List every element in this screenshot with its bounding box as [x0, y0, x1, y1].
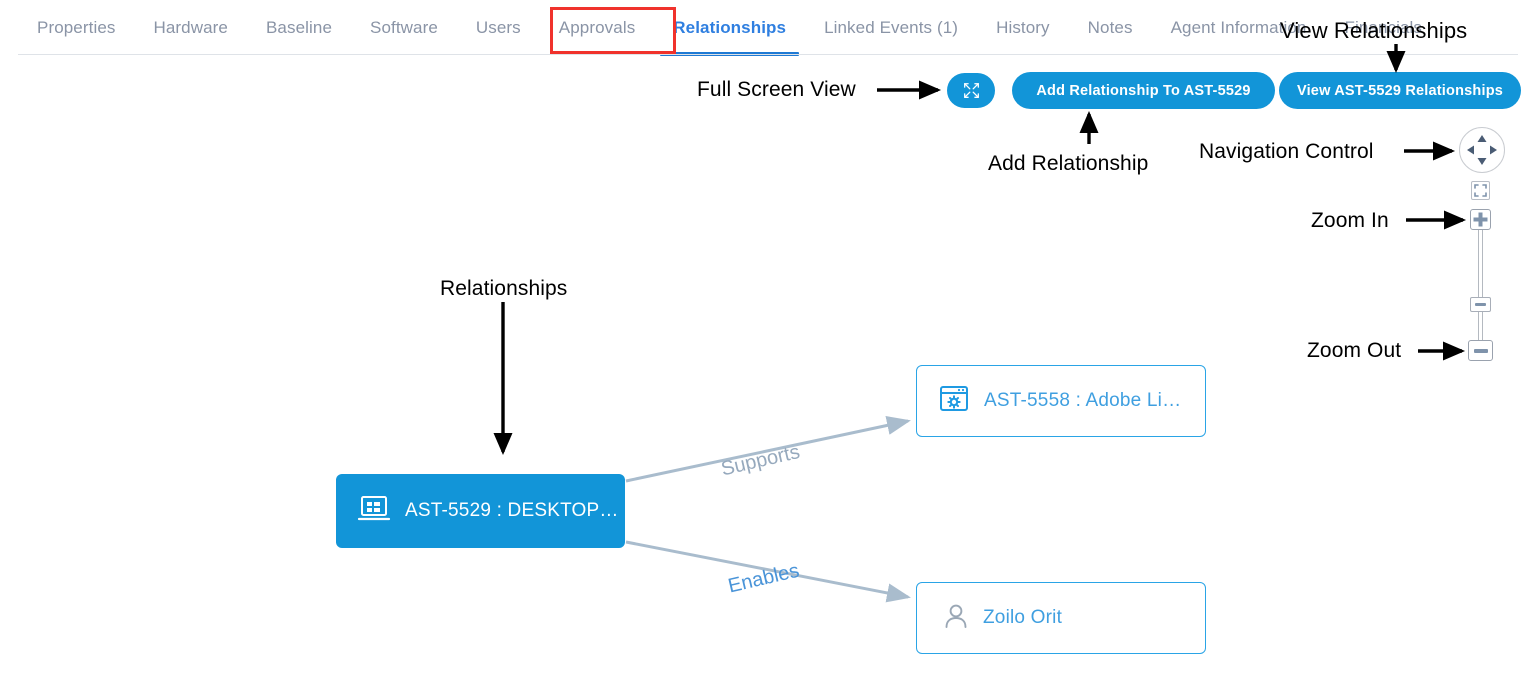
tab-bar: Properties Hardware Baseline Software Us… — [0, 0, 1532, 56]
graph-node-label: AST-5529 : DESKTOP… — [405, 500, 619, 521]
tab-hardware[interactable]: Hardware — [134, 0, 247, 55]
tab-financials[interactable]: Financials — [1325, 0, 1441, 55]
user-icon — [943, 602, 969, 635]
relationship-graph-canvas[interactable]: Supports Enables AST-5529 : DESKTOP… AST… — [0, 56, 1532, 676]
graph-node-label: Zoilo Orit — [983, 607, 1063, 628]
tab-software[interactable]: Software — [351, 0, 457, 55]
graph-node-label: AST-5558 : Adobe Li… — [984, 390, 1182, 411]
tab-label: Agent Information — [1170, 17, 1307, 37]
software-window-gear-icon — [938, 384, 970, 419]
tab-label: Software — [370, 17, 438, 37]
tab-label: Relationships — [673, 17, 787, 37]
graph-node-person[interactable]: Zoilo Orit — [916, 582, 1206, 654]
tab-label: Linked Events (1) — [824, 17, 959, 37]
tab-label: Notes — [1087, 17, 1133, 37]
tab-label: History — [996, 17, 1050, 37]
windows-laptop-icon — [357, 494, 391, 529]
tab-bar-divider — [18, 54, 1518, 55]
tab-label: Hardware — [153, 17, 228, 37]
tab-label: Financials — [1344, 17, 1423, 37]
tab-label: Users — [475, 17, 521, 37]
tab-users[interactable]: Users — [457, 0, 540, 55]
tab-label: Properties — [37, 17, 116, 37]
tab-approvals[interactable]: Approvals — [540, 0, 655, 55]
tab-notes[interactable]: Notes — [1069, 0, 1152, 55]
tab-label: Baseline — [265, 17, 332, 37]
graph-node-root-asset[interactable]: AST-5529 : DESKTOP… — [336, 474, 625, 548]
tab-linked-events[interactable]: Linked Events (1) — [805, 0, 977, 55]
tab-history[interactable]: History — [977, 0, 1069, 55]
tab-properties[interactable]: Properties — [18, 0, 134, 55]
tab-relationships[interactable]: Relationships — [654, 0, 805, 56]
graph-node-software[interactable]: AST-5558 : Adobe Li… — [916, 365, 1206, 437]
tab-label: Approvals — [558, 17, 636, 37]
tab-agent-information[interactable]: Agent Information — [1152, 0, 1326, 55]
tab-baseline[interactable]: Baseline — [247, 0, 351, 55]
tab-list: Properties Hardware Baseline Software Us… — [18, 0, 1441, 56]
